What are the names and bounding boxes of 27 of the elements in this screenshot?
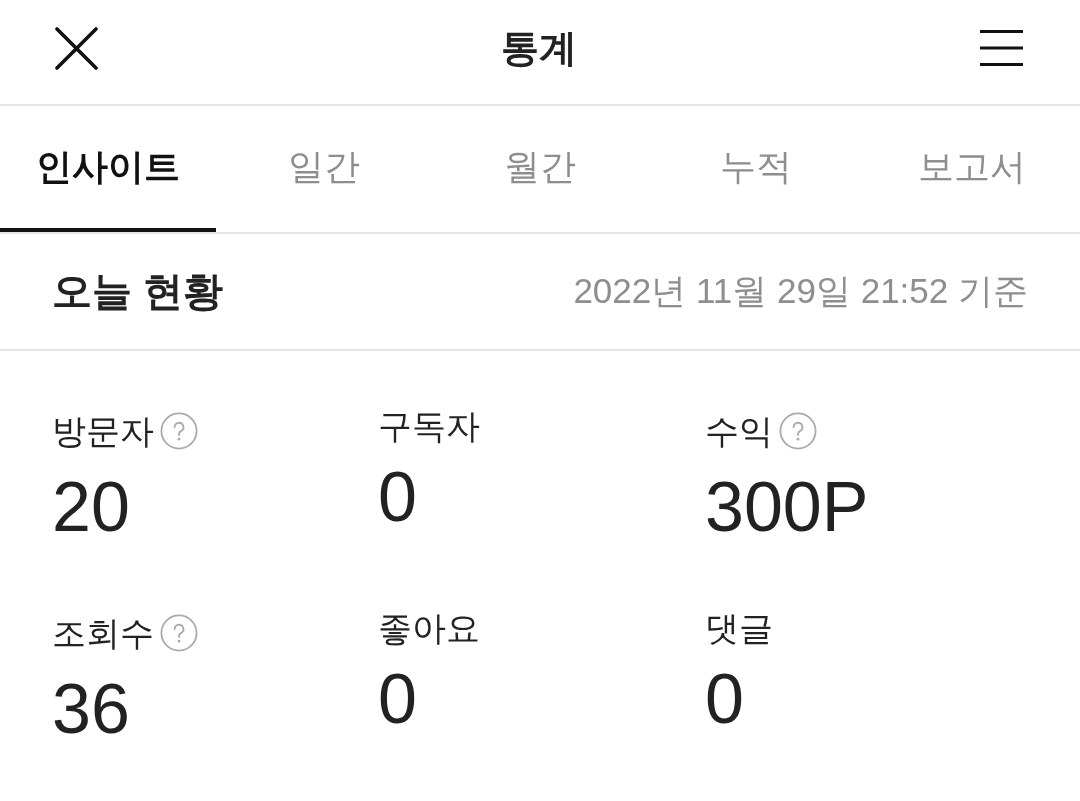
page-title: 통계	[501, 29, 577, 67]
menu-icon	[980, 30, 1023, 66]
stat-value: 0	[705, 664, 744, 734]
stat-label: 수익	[705, 411, 773, 451]
stat-label: 댓글	[705, 608, 773, 648]
stat-value: 20	[52, 472, 130, 542]
tab[interactable]: 누적	[648, 106, 864, 232]
tab[interactable]: 월간	[432, 106, 648, 232]
close-button[interactable]	[55, 26, 98, 70]
tab[interactable]: 일간	[216, 106, 432, 232]
stat-value: 300P	[705, 472, 869, 542]
help-icon[interactable]	[160, 614, 198, 652]
stat-value: 0	[378, 664, 417, 734]
help-icon[interactable]	[160, 412, 198, 450]
close-icon	[55, 26, 98, 70]
stat-label: 방문자	[52, 411, 154, 451]
tab[interactable]: 보고서	[864, 106, 1080, 232]
stat-value: 36	[52, 674, 130, 744]
stat-label: 조회수	[52, 613, 154, 653]
stat-label: 좋아요	[378, 608, 480, 648]
stat-value: 0	[378, 462, 417, 532]
tab[interactable]: 인사이트	[0, 106, 216, 232]
stat-label: 구독자	[378, 406, 480, 446]
timestamp: 2022년 11월 29일 21:52 기준	[573, 270, 1028, 312]
help-icon[interactable]	[779, 412, 817, 450]
section-title: 오늘 현황	[52, 268, 224, 315]
menu-button[interactable]	[980, 30, 1023, 66]
